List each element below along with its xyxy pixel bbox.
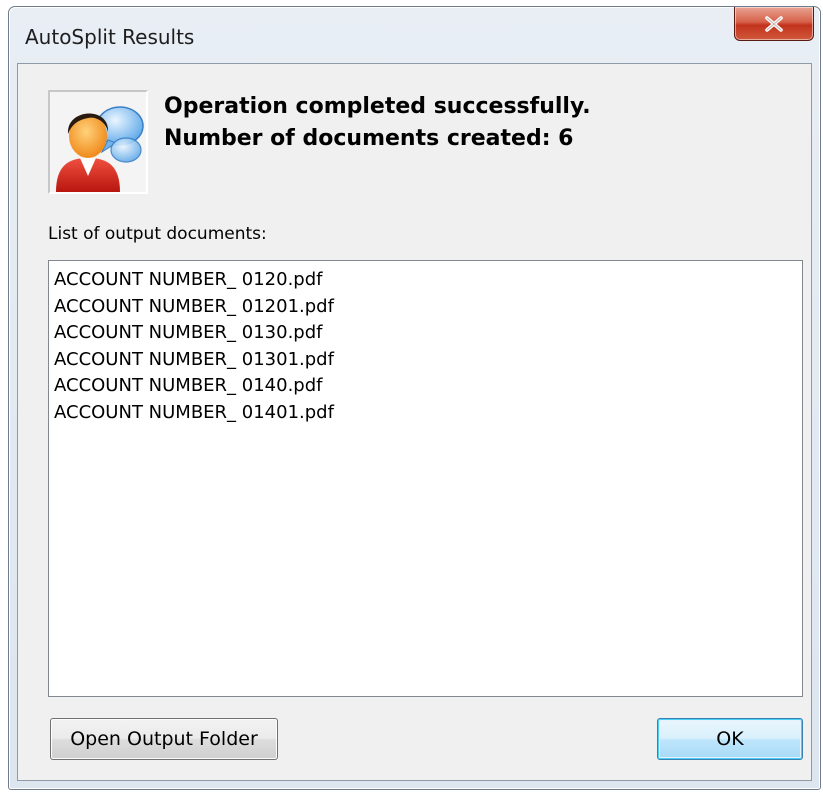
open-output-folder-button[interactable]: Open Output Folder — [50, 718, 278, 760]
list-item[interactable]: ACCOUNT NUMBER_ 0140.pdf — [54, 373, 797, 400]
dialog-window: AutoSplit Results Operation completed su… — [8, 6, 821, 790]
documents-count-message: Number of documents created: 6 — [164, 126, 574, 151]
status-message: Operation completed successfully. — [164, 94, 591, 119]
list-item[interactable]: ACCOUNT NUMBER_ 01401.pdf — [54, 400, 797, 427]
ok-button[interactable]: OK — [657, 718, 803, 760]
list-item[interactable]: ACCOUNT NUMBER_ 0120.pdf — [54, 267, 797, 294]
avatar — [48, 90, 148, 194]
list-item[interactable]: ACCOUNT NUMBER_ 01301.pdf — [54, 347, 797, 374]
output-list-label: List of output documents: — [48, 224, 267, 244]
list-item[interactable]: ACCOUNT NUMBER_ 01201.pdf — [54, 294, 797, 321]
user-chat-icon — [56, 106, 144, 192]
close-button[interactable] — [734, 7, 814, 41]
dialog-body: Operation completed successfully. Number… — [17, 63, 812, 781]
close-icon — [765, 15, 783, 32]
title-bar[interactable]: AutoSplit Results — [9, 7, 820, 63]
list-item[interactable]: ACCOUNT NUMBER_ 0130.pdf — [54, 320, 797, 347]
window-title: AutoSplit Results — [25, 25, 195, 49]
output-documents-list[interactable]: ACCOUNT NUMBER_ 0120.pdf ACCOUNT NUMBER_… — [48, 260, 803, 697]
